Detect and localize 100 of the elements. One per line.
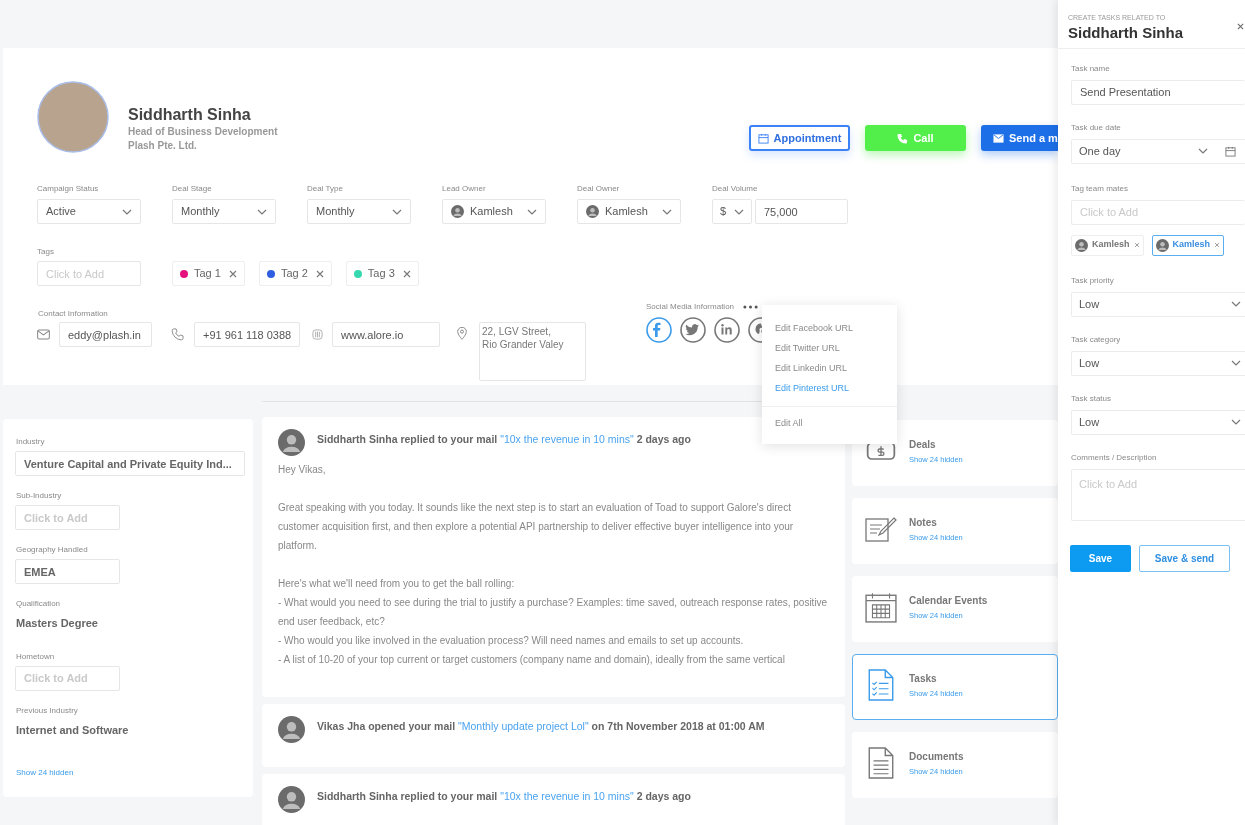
show-hidden-link[interactable]: Show 24 hidden xyxy=(16,767,241,779)
twitter-icon[interactable] xyxy=(680,317,706,343)
field-value: Internet and Software xyxy=(16,722,130,738)
avatar-icon xyxy=(1155,238,1169,252)
avatar-icon xyxy=(278,716,305,743)
calendar-icon xyxy=(1224,145,1236,157)
field-label: Deal Owner xyxy=(577,183,621,195)
select-field[interactable]: Low xyxy=(1071,409,1245,435)
phone-icon xyxy=(897,132,909,144)
activity-text: Siddharth Sinha replied to your mail "10x the revenue in 10 mins" 2 days ago xyxy=(317,789,691,804)
input-field[interactable]: Send Presentation xyxy=(1071,79,1245,105)
input-field[interactable]: EMEA xyxy=(15,559,120,584)
field-label: Task name xyxy=(1071,62,1111,75)
select-field[interactable]: Low xyxy=(1071,291,1245,317)
currency-select[interactable]: $ xyxy=(712,199,752,224)
avatar-icon xyxy=(451,205,464,218)
field-label: Lead Owner xyxy=(442,183,487,195)
field-label: Task status xyxy=(1071,392,1112,405)
avatar-icon xyxy=(278,429,305,456)
select-field[interactable]: Monthly xyxy=(307,199,411,224)
field-value: Masters Degree xyxy=(16,616,99,631)
chevron-icon xyxy=(1231,301,1241,307)
contact-title: Head of Business Development xyxy=(128,125,278,139)
field-label: Tags xyxy=(37,246,55,258)
chevron-icon xyxy=(392,208,402,215)
tag-label: Tag 2 xyxy=(280,266,308,282)
field-label: Tag team mates xyxy=(1071,182,1129,195)
menu-item[interactable]: Edit Facebook URL xyxy=(762,319,897,339)
chevron-icon xyxy=(1198,148,1208,154)
field-label: Previous Industry xyxy=(16,704,79,717)
close-icon xyxy=(228,269,237,278)
contact-name: Siddharth Sinha xyxy=(128,105,252,125)
input-field[interactable]: www.alore.io xyxy=(332,322,440,347)
linkedin-icon[interactable] xyxy=(714,317,740,343)
teammate-name: Kamlesh xyxy=(1092,238,1130,252)
message-paragraph: Here's what we'll need from you to get the ball rolling: - What would you need to see during the trial to justify a purchase? Examples: time saved, outreach response rates, positive end user feedback, etc? - Who would you like involved in the evaluation process? Will need names and emails to set up accounts. - A list of 10-20 of your top current or target customers (company name and domain), ideally from the same vertical xyxy=(278,577,829,667)
phone-icon xyxy=(171,328,184,341)
input-field[interactable]: +91 961 118 0388 xyxy=(194,322,300,347)
close-icon[interactable] xyxy=(1237,23,1244,30)
module-title: Calendar Events xyxy=(909,594,988,608)
save-button[interactable]: Save xyxy=(1070,544,1131,572)
field-label: Deal Volume xyxy=(712,183,759,195)
message-paragraph: Hey Vikas, xyxy=(278,463,327,477)
mail-icon xyxy=(37,329,50,340)
mail-link[interactable]: "10x the revenue in 10 mins" xyxy=(500,433,634,445)
field-label: Contact Information xyxy=(38,308,109,320)
module-title: Documents xyxy=(909,750,964,764)
menu-item[interactable]: Edit Twitter URL xyxy=(762,339,897,359)
calendar-icon xyxy=(865,591,897,623)
owner-select[interactable]: Kamlesh xyxy=(577,199,681,224)
teammate-chip[interactable]: Kamlesh xyxy=(1071,234,1144,256)
location-pin-icon xyxy=(457,327,467,340)
chevron-icon xyxy=(122,208,132,215)
send-mail-button[interactable]: Send a m xyxy=(981,125,1058,151)
close-icon xyxy=(1133,242,1140,248)
menu-item[interactable]: Edit Linkedin URL xyxy=(762,359,897,379)
menu-item[interactable]: Edit Pinterest URL xyxy=(762,379,897,399)
input-field[interactable]: Venture Capital and Private Equity Ind... xyxy=(15,451,245,476)
field-label: Task category xyxy=(1071,333,1122,346)
select-field[interactable]: Low xyxy=(1071,350,1245,376)
field-label: Industry xyxy=(16,436,46,448)
field-label: Task due date xyxy=(1071,121,1122,134)
field-label: Task priority xyxy=(1071,274,1115,287)
mail-icon xyxy=(993,132,1004,144)
field-label: Sub-Industry xyxy=(16,490,63,502)
select-field[interactable]: Active xyxy=(37,199,141,224)
avatar-icon xyxy=(586,205,599,218)
panel-title: Siddharth Sinha xyxy=(1068,23,1184,42)
teammate-name: Kamlesh xyxy=(1172,238,1211,252)
appointment-button[interactable]: Appointment xyxy=(749,125,850,151)
module-title: Tasks xyxy=(909,672,938,686)
calendar-button[interactable] xyxy=(1215,138,1245,164)
activity-text: Siddharth Sinha replied to your mail "10x the revenue in 10 mins" 2 days ago xyxy=(317,432,691,447)
field-label: Campaign Status xyxy=(37,183,100,195)
company-name: Plash Pte. Ltd. xyxy=(128,139,198,153)
mail-link[interactable]: "10x the revenue in 10 mins" xyxy=(500,790,634,802)
tag-label: Tag 3 xyxy=(367,266,395,282)
owner-select[interactable]: Kamlesh xyxy=(442,199,546,224)
save-and-send-button[interactable]: Save & send xyxy=(1139,544,1230,572)
chevron-icon xyxy=(662,208,672,215)
facebook-icon[interactable] xyxy=(646,317,672,343)
input-field[interactable]: 75,000 xyxy=(755,199,848,224)
mail-link[interactable]: "Monthly update project Lol" xyxy=(458,720,589,732)
close-icon xyxy=(315,269,324,278)
calendar-icon xyxy=(757,132,769,144)
field-label: Deal Stage xyxy=(172,183,213,195)
teammate-chip[interactable]: Kamlesh xyxy=(1151,234,1225,256)
input-field[interactable]: eddy@plash.in xyxy=(59,322,152,347)
chevron-icon xyxy=(527,208,537,215)
module-title: Notes xyxy=(909,516,938,530)
more-icon xyxy=(743,305,759,309)
date-select[interactable]: One day xyxy=(1071,138,1215,164)
profile-photo-placeholder xyxy=(37,81,109,153)
field-label: Social Media Information xyxy=(646,301,735,313)
activity-text: Vikas Jha opened your mail "Monthly update project Lol" on 7th November 2018 at 01:00 AM xyxy=(317,719,765,734)
address-field[interactable]: 22, LGV Street, Rio Grander Valey xyxy=(479,322,586,381)
message-paragraph: Great speaking with you today. It sounds like the next step is to start an evaluation of Toad to support Galore's direct customer acquisition first, and then explore a potential API partnership to deliver effective buyer intelligence into your platform. xyxy=(278,501,795,553)
chevron-icon xyxy=(734,208,745,215)
module-title: Deals xyxy=(909,438,937,452)
select-field[interactable]: Monthly xyxy=(172,199,276,224)
